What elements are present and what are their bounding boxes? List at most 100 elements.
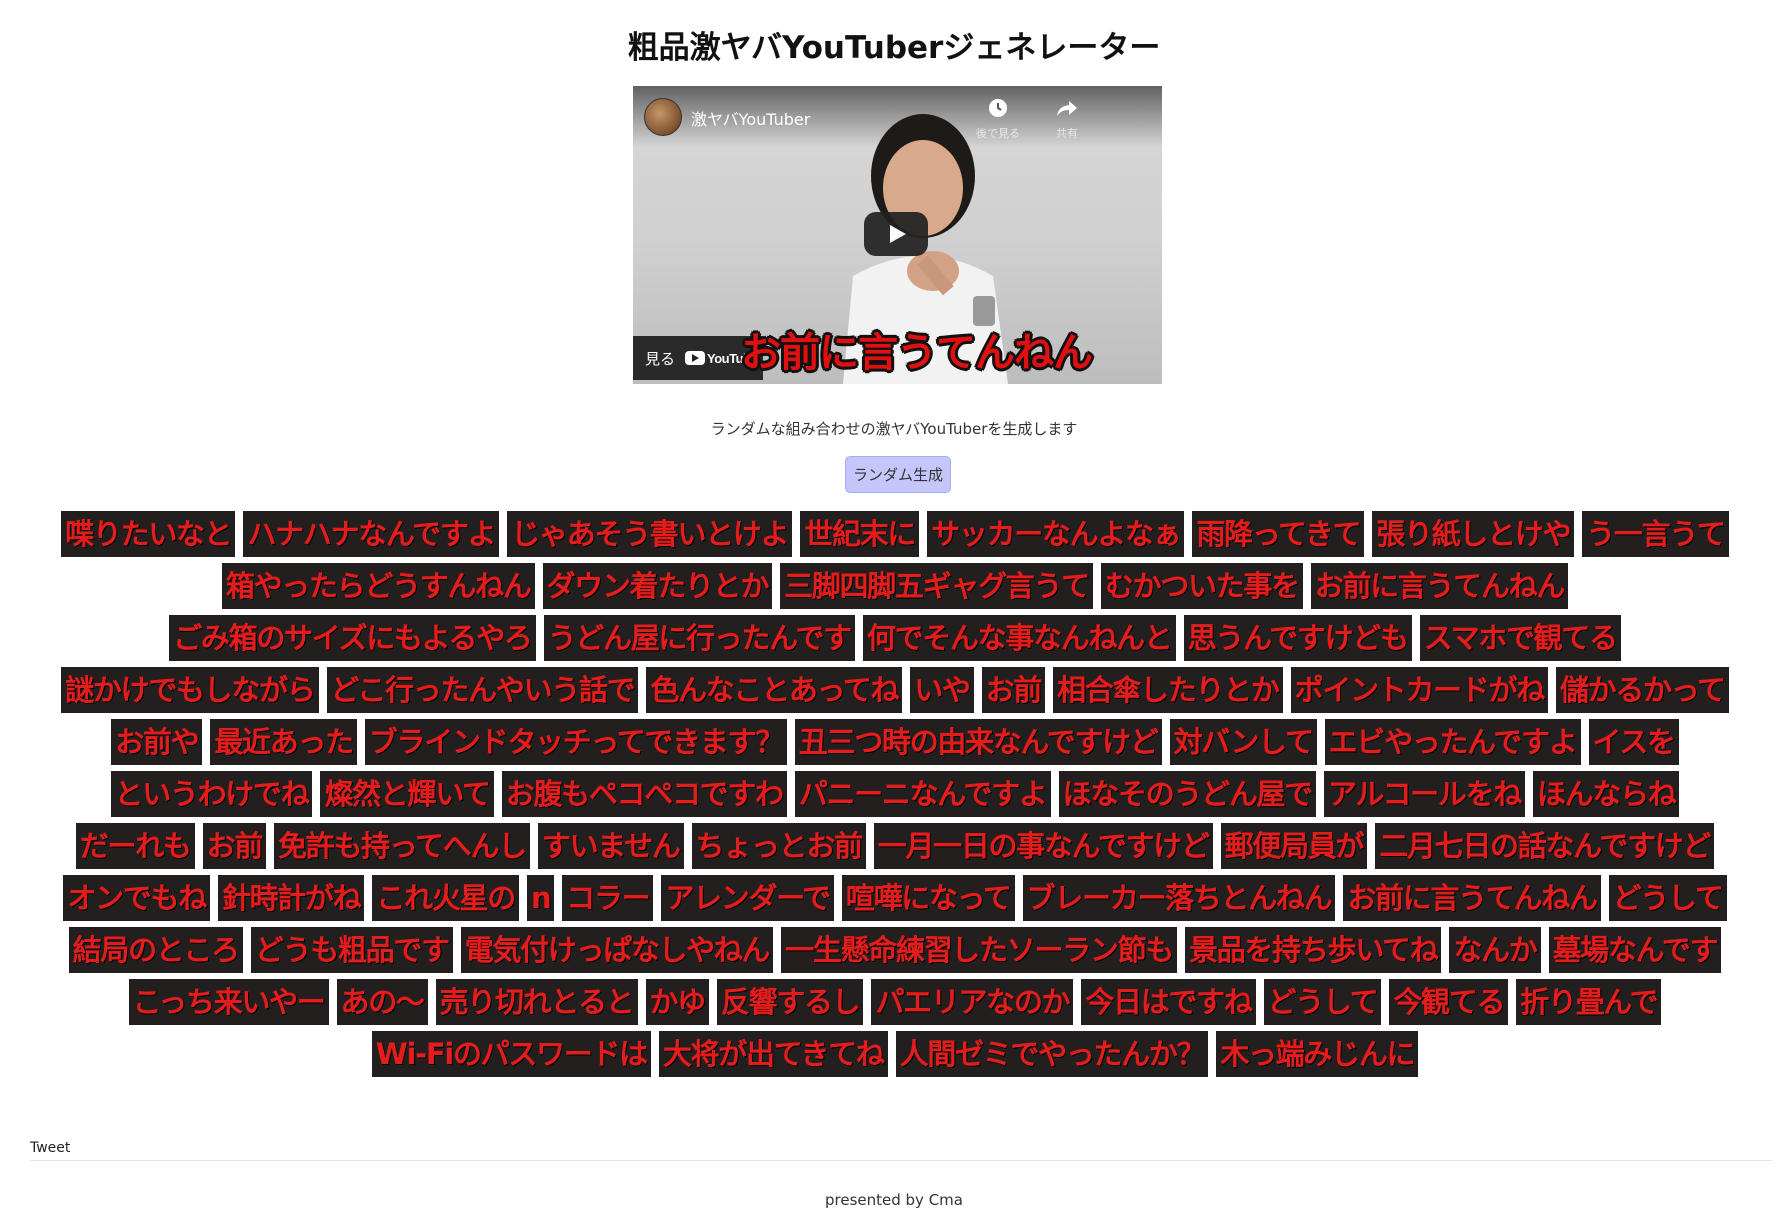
phrase-chip: 墓場なんです: [1548, 927, 1722, 973]
phrase-chip: エビやったんですよ: [1324, 719, 1581, 765]
phrase-chip: 箱やったらどうすんねん: [221, 563, 535, 609]
phrase-chip: ブレーカー落ちとんねん: [1022, 875, 1336, 921]
phrase-chip: ポイントカードがね: [1290, 667, 1548, 713]
phrase-chip: 売り切れとると: [435, 979, 638, 1025]
phrase-chip: じゃあそう書いとけよ: [507, 511, 793, 557]
phrase-chip: 対バンして: [1169, 719, 1317, 765]
phrase-chip: お前や: [111, 719, 203, 765]
phrase-chip: n: [526, 875, 555, 921]
phrase-list: 喋りたいなと ハナハナなんですよ じゃあそう書いとけよ 世紀末に サッカーなんよなぁ 雨降…: [55, 511, 1735, 1077]
phrase-chip: だーれも: [75, 823, 195, 869]
phrase-chip: 儲かるかって: [1555, 667, 1729, 713]
phrase-chip: 思うんですけども: [1183, 615, 1412, 661]
phrase-chip: 一月一日の事なんですけど: [873, 823, 1213, 869]
phrase-chip: ちょっとお前: [691, 823, 866, 869]
phrase-chip: 今観てる: [1389, 979, 1509, 1025]
phrase-chip: 景品を持ち歩いてね: [1185, 927, 1442, 973]
phrase-chip: ダウン着たりとか: [542, 563, 773, 609]
phrase-chip: どこ行ったんやいう話で: [326, 667, 639, 713]
phrase-chip: ごみ箱のサイズにもよるやろ: [169, 615, 536, 661]
phrase-chip: 郵便局員が: [1220, 823, 1368, 869]
phrase-chip: スマホで観てる: [1419, 615, 1621, 661]
phrase-chip: 相合傘したりとか: [1053, 667, 1283, 713]
phrase-chip: 人間ゼミでやったんか？: [895, 1031, 1209, 1077]
footer-credit: presented by Cma: [825, 1191, 963, 1209]
phrase-chip: 折り畳んで: [1516, 979, 1662, 1025]
phrase-chip: 電気付けっぱなしやねん: [460, 927, 774, 973]
phrase-chip: 一生懸命練習したソーラン節も: [781, 927, 1178, 973]
phrase-chip: かゆ: [645, 979, 709, 1025]
channel-title[interactable]: 激ヤバYouTuber: [691, 106, 810, 130]
phrase-chip: お前に言うてんねん: [1310, 563, 1569, 609]
phrase-chip: こっち来いやー: [128, 979, 329, 1025]
phrase-chip: どうして: [1263, 979, 1382, 1025]
phrase-chip: アレンダーで: [661, 875, 834, 921]
phrase-chip: ほんならね: [1532, 771, 1680, 817]
phrase-chip: サッカーなんよなぁ: [927, 511, 1185, 557]
phrase-chip: というわけでね: [110, 771, 313, 817]
phrase-chip: むかついた事を: [1100, 563, 1303, 609]
phrase-chip: オンでもね: [63, 875, 210, 921]
youtube-play-icon: [685, 351, 706, 365]
phrase-chip: コラー: [562, 875, 654, 921]
phrase-chip: 結局のところ: [68, 927, 243, 973]
phrase-chip: お前: [981, 667, 1046, 713]
phrase-chip: 色んなことあってね: [646, 667, 903, 713]
clock-icon: [968, 98, 1028, 122]
phrase-chip: 何でそんな事なんねんと: [862, 615, 1176, 661]
share-button[interactable]: 共有: [1037, 98, 1097, 141]
phrase-chip: 大将が出てきてね: [658, 1031, 888, 1077]
phrase-chip: なんか: [1449, 927, 1541, 973]
phrase-chip: パニーニなんですよ: [794, 771, 1051, 817]
phrase-chip: 三脚四脚五ギャグ言うて: [780, 563, 1093, 609]
phrase-chip: どうして: [1608, 875, 1727, 921]
phrase-chip: ハナハナなんですよ: [243, 511, 500, 557]
play-button[interactable]: [864, 212, 928, 256]
phrase-chip: これ火星の: [372, 875, 519, 921]
phrase-chip: お前に言うてんねん: [1343, 875, 1601, 921]
phrase-chip: う一言うて: [1582, 511, 1729, 557]
phrase-chip: ほなそのうどん屋で: [1058, 771, 1316, 817]
phrase-chip: 最近あった: [210, 719, 357, 765]
phrase-chip: 免許も持ってへんし: [274, 823, 530, 869]
phrase-chip: 丑三つ時の由来なんですけど: [794, 719, 1162, 765]
share-icon: [1037, 98, 1097, 122]
phrase-chip: 喧嘩になって: [841, 875, 1015, 921]
phrase-chip: 針時計がね: [217, 875, 365, 921]
phrase-chip: あの～: [336, 979, 428, 1025]
phrase-chip: すいません: [537, 823, 684, 869]
phrase-chip: 燦然と輝いて: [320, 771, 494, 817]
phrase-chip: うどん屋に行ったんです: [543, 615, 855, 661]
phrase-chip: 二月七日の話なんですけど: [1375, 823, 1715, 869]
channel-avatar[interactable]: [644, 98, 682, 136]
phrase-chip: イスを: [1588, 719, 1679, 765]
phrase-chip: 喋りたいなと: [61, 511, 236, 557]
phrase-chip: どうも粗品です: [250, 927, 453, 973]
phrase-chip: アルコールをね: [1323, 771, 1525, 817]
page: 粗品激ヤバYouTuberジェネレーター 激ヤバYouTuber 後で見る 共有: [0, 0, 1788, 1230]
phrase-chip: 世紀末に: [800, 511, 920, 557]
phrase-chip: 木っ端みじんに: [1216, 1031, 1419, 1077]
random-generate-button[interactable]: ランダム生成: [845, 456, 951, 493]
page-title: 粗品激ヤバYouTuberジェネレーター: [627, 30, 1161, 66]
description: ランダムな組み合わせの激ヤバYouTuberを生成します: [710, 420, 1078, 438]
phrase-chip: ブラインドタッチってできます？: [364, 719, 787, 765]
phrase-chip: 謎かけでもしながら: [61, 667, 319, 713]
tweet-link[interactable]: Tweet: [30, 1140, 70, 1156]
phrase-chip: お前: [202, 823, 267, 869]
phrase-chip: 今日はですね: [1081, 979, 1256, 1025]
phrase-chip: いや: [910, 667, 974, 713]
video-caption: お前に言うてんねん: [741, 330, 1093, 376]
phrase-chip: 反響するし: [716, 979, 864, 1025]
phrase-chip: 雨降ってきて: [1192, 511, 1365, 557]
watch-later-button[interactable]: 後で見る: [968, 98, 1028, 141]
watch-later-label: 後で見る: [976, 127, 1020, 140]
phrase-chip: パエリアなのか: [871, 979, 1074, 1025]
watch-on-label: 見る: [645, 349, 676, 368]
share-label: 共有: [1056, 127, 1078, 140]
divider: [30, 1160, 1772, 1161]
phrase-chip: お腹もペコペコですわ: [501, 771, 787, 817]
phrase-chip: Wi-Fiのパスワードは: [371, 1031, 651, 1077]
phrase-chip: 張り紙しとけや: [1372, 511, 1575, 557]
youtube-embed[interactable]: 激ヤバYouTuber 後で見る 共有 見る YouTube お前に言うてんねん: [633, 86, 1162, 384]
